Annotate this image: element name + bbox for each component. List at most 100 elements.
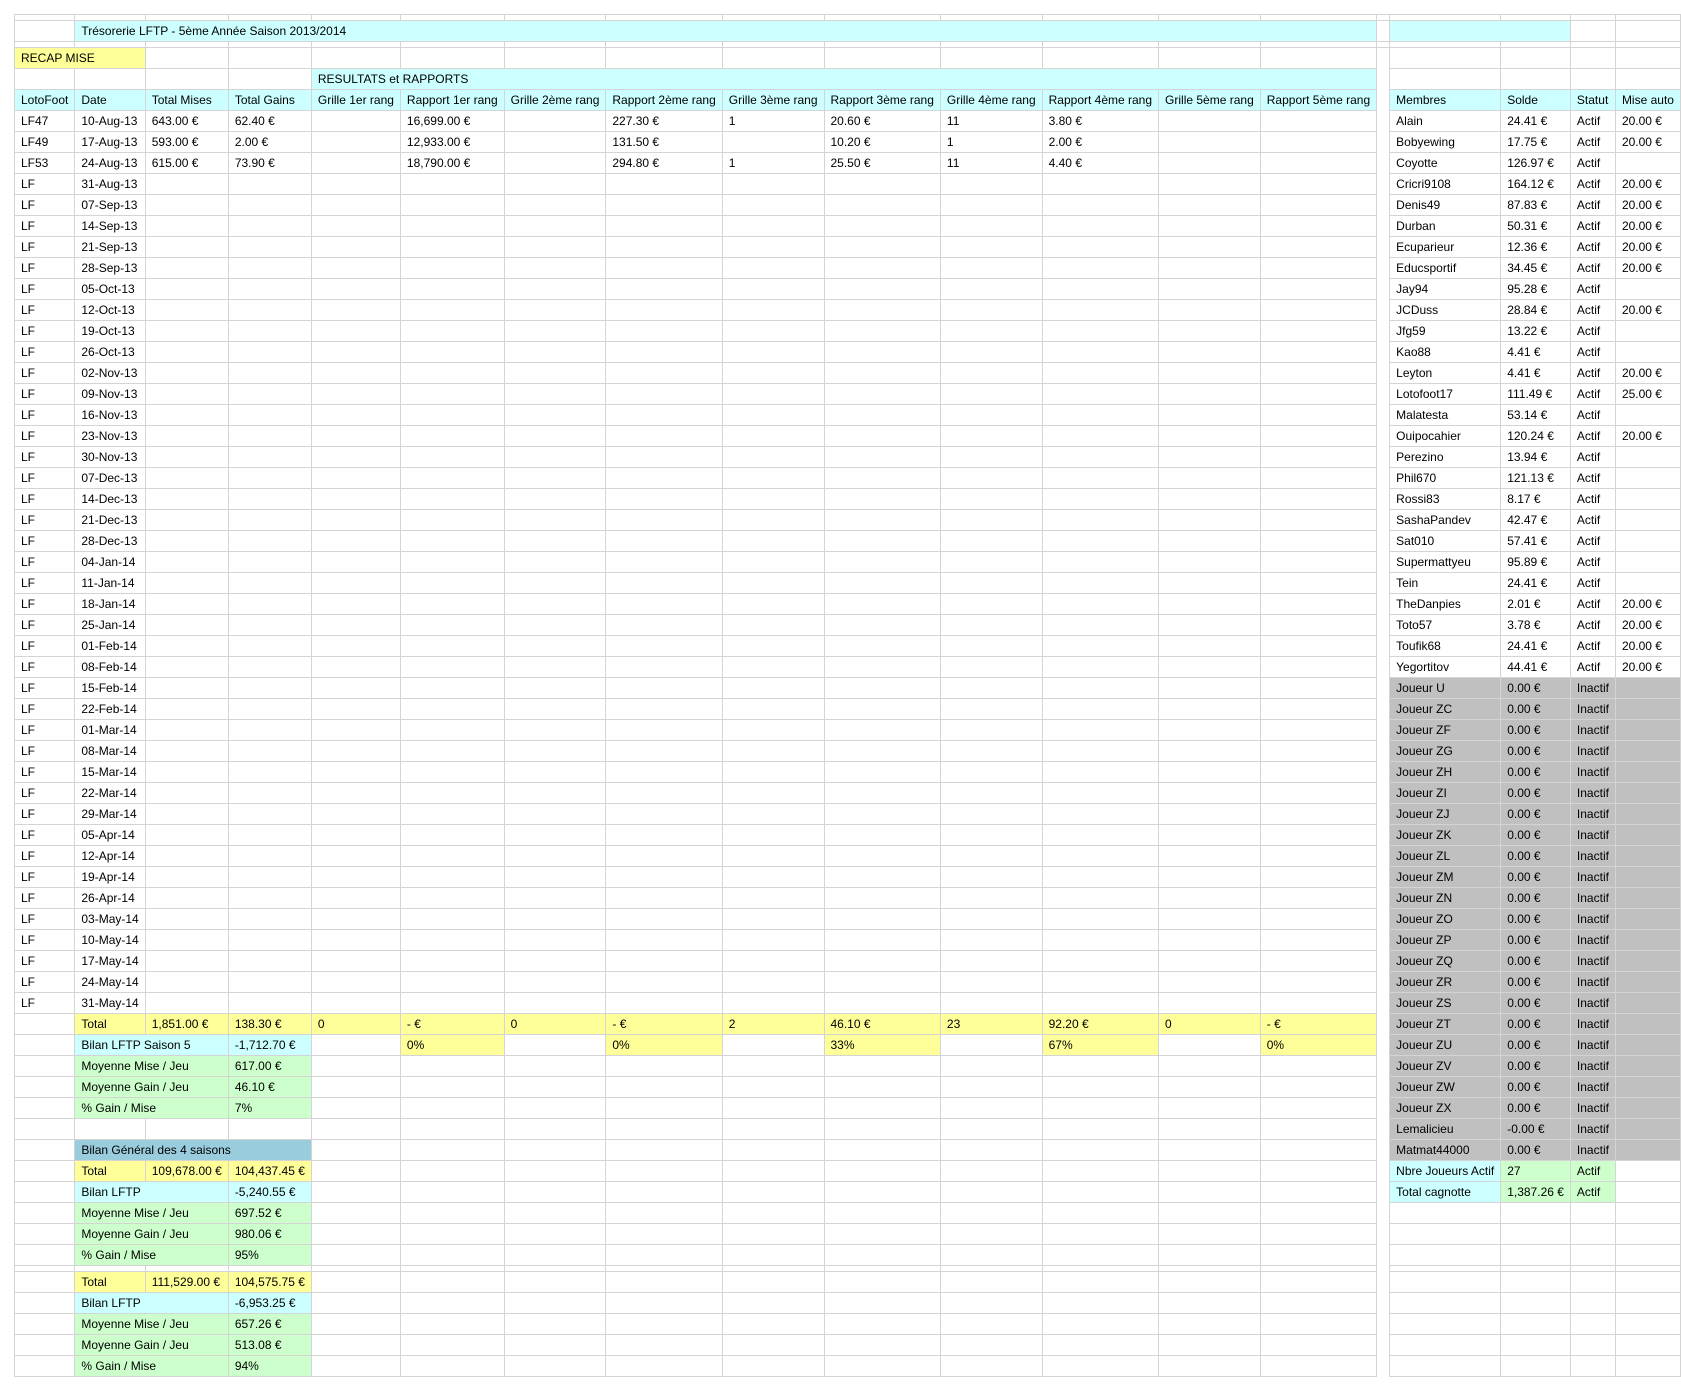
member-auto-bet[interactable]: 20.00 € (1614, 110, 1681, 132)
rank-percentage[interactable]: 67% (1041, 1034, 1160, 1056)
stat-value[interactable]: 617.00 € (227, 1055, 312, 1077)
game-value[interactable]: 4.40 € (1041, 152, 1160, 174)
game-id[interactable]: LF (13, 803, 76, 825)
member-name[interactable]: Lemalicieu (1389, 1118, 1502, 1140)
column-separator[interactable] (1376, 1292, 1391, 1314)
cell[interactable] (227, 614, 312, 636)
game-id[interactable]: LF (13, 572, 76, 594)
cell[interactable] (399, 383, 505, 405)
stat-label[interactable]: Moyenne Gain / Jeu (74, 1076, 229, 1098)
cell[interactable] (1614, 1313, 1681, 1335)
member-name[interactable]: Joueur ZH (1389, 761, 1502, 783)
game-value[interactable] (1158, 152, 1261, 174)
cell[interactable] (74, 1118, 146, 1140)
member-auto-bet[interactable]: 20.00 € (1614, 236, 1681, 258)
cell[interactable] (721, 1223, 825, 1245)
cell[interactable] (144, 824, 229, 846)
cell[interactable] (823, 824, 941, 846)
cell[interactable] (503, 761, 607, 783)
game-date[interactable]: 22-Mar-14 (74, 782, 146, 804)
cell[interactable] (13, 1139, 76, 1161)
cell[interactable] (1158, 530, 1261, 552)
cell[interactable] (1259, 215, 1378, 237)
member-auto-bet[interactable]: 20.00 € (1614, 215, 1681, 237)
column-separator[interactable] (1376, 509, 1391, 531)
cell[interactable] (310, 635, 401, 657)
column-separator[interactable] (1376, 47, 1391, 69)
column-separator[interactable] (1376, 929, 1391, 951)
cell[interactable] (144, 383, 229, 405)
member-status[interactable]: Actif (1569, 152, 1616, 174)
cell[interactable] (144, 467, 229, 489)
cell[interactable] (144, 656, 229, 678)
member-auto-bet[interactable] (1614, 719, 1681, 741)
cell[interactable] (1259, 1118, 1378, 1140)
cell[interactable] (605, 1055, 723, 1077)
column-separator[interactable] (1376, 782, 1391, 804)
cell[interactable] (1259, 698, 1378, 720)
cell[interactable] (399, 47, 505, 69)
cell[interactable] (939, 992, 1043, 1014)
member-auto-bet[interactable]: 20.00 € (1614, 173, 1681, 195)
cell[interactable] (503, 971, 607, 993)
cell[interactable] (399, 740, 505, 762)
game-date[interactable]: 05-Apr-14 (74, 824, 146, 846)
cell[interactable] (310, 194, 401, 216)
column-separator[interactable] (1376, 131, 1391, 153)
cell[interactable] (823, 803, 941, 825)
cell[interactable] (605, 887, 723, 909)
cell[interactable] (1389, 1202, 1502, 1224)
column-separator[interactable] (1376, 299, 1391, 321)
cell[interactable] (1259, 47, 1378, 69)
member-balance[interactable]: 34.45 € (1500, 257, 1571, 279)
cell[interactable] (1158, 467, 1261, 489)
game-value[interactable]: 10.20 € (823, 131, 941, 153)
cell[interactable] (1041, 1355, 1160, 1377)
cell[interactable] (605, 908, 723, 930)
cell[interactable] (605, 1223, 723, 1245)
cell[interactable] (227, 866, 312, 888)
member-name[interactable]: Jay94 (1389, 278, 1502, 300)
cell[interactable] (1389, 1334, 1502, 1356)
cell[interactable] (1158, 1271, 1261, 1293)
cell[interactable] (605, 1271, 723, 1293)
bilan-value[interactable]: -5,240.55 € (227, 1181, 312, 1203)
game-date[interactable]: 15-Feb-14 (74, 677, 146, 699)
cell[interactable] (823, 1118, 941, 1140)
cell[interactable] (1259, 824, 1378, 846)
member-status[interactable]: Inactif (1569, 1118, 1616, 1140)
member-auto-bet[interactable] (1614, 278, 1681, 300)
member-balance[interactable]: 0.00 € (1500, 1097, 1571, 1119)
cell[interactable] (1569, 68, 1616, 90)
cell[interactable] (1614, 1334, 1681, 1356)
member-name[interactable]: Joueur ZP (1389, 929, 1502, 951)
cell[interactable] (399, 635, 505, 657)
game-value[interactable]: 3.80 € (1041, 110, 1160, 132)
cell[interactable] (399, 761, 505, 783)
cell[interactable] (13, 68, 76, 90)
member-name[interactable]: Joueur ZN (1389, 887, 1502, 909)
cell[interactable] (310, 425, 401, 447)
cell[interactable] (1041, 47, 1160, 69)
cell[interactable] (721, 425, 825, 447)
cell[interactable] (1259, 950, 1378, 972)
cell[interactable] (721, 362, 825, 384)
cell[interactable] (144, 278, 229, 300)
cell[interactable] (1259, 257, 1378, 279)
cell[interactable] (399, 299, 505, 321)
member-auto-bet[interactable] (1614, 152, 1681, 174)
cell[interactable] (939, 866, 1043, 888)
cell[interactable] (503, 362, 607, 384)
cell[interactable] (144, 740, 229, 762)
cell[interactable] (939, 929, 1043, 951)
game-id[interactable]: LF (13, 614, 76, 636)
game-id[interactable]: LF (13, 887, 76, 909)
cell[interactable] (503, 341, 607, 363)
cell[interactable] (823, 845, 941, 867)
cell[interactable] (503, 257, 607, 279)
cell[interactable] (399, 467, 505, 489)
game-date[interactable]: 12-Oct-13 (74, 299, 146, 321)
game-date[interactable]: 03-May-14 (74, 908, 146, 930)
cell[interactable] (721, 950, 825, 972)
cell[interactable] (1259, 761, 1378, 783)
